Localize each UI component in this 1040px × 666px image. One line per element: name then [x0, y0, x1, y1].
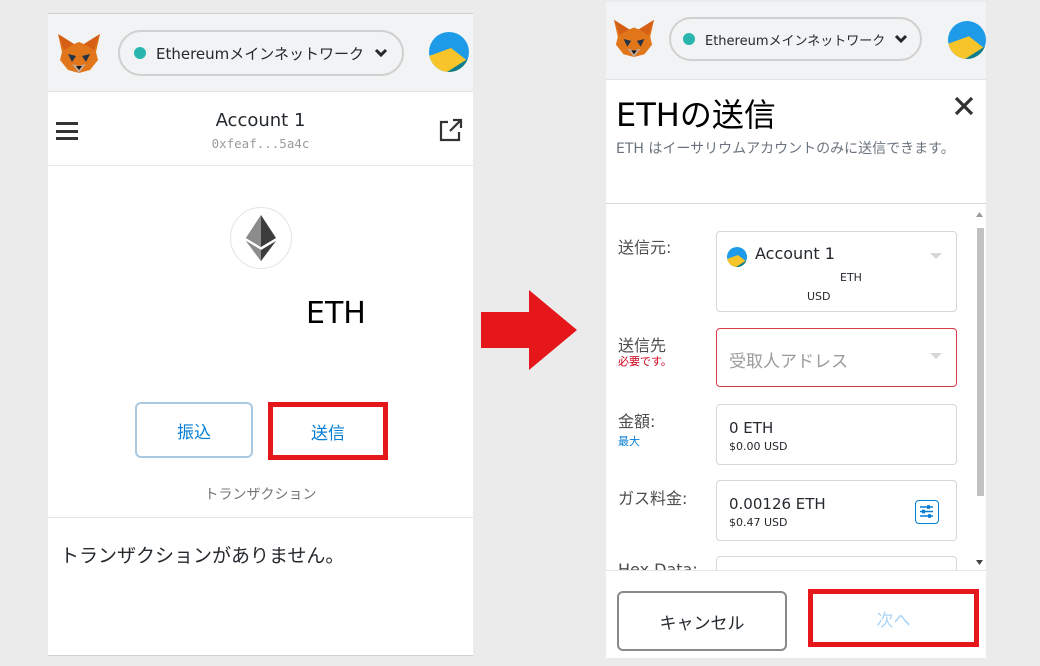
receive-button[interactable]: 振込	[135, 402, 253, 458]
no-transactions-message: トランザクションがありません。	[60, 545, 345, 567]
gas-fee-usd: $0.47 USD	[729, 516, 788, 529]
cancel-button[interactable]: キャンセル	[617, 591, 787, 651]
arrow-right-icon	[481, 290, 577, 370]
gas-settings-icon[interactable]	[915, 500, 939, 524]
network-name: Ethereumメインネットワーク	[156, 44, 364, 63]
next-button[interactable]: 次へ	[808, 589, 979, 647]
account-address[interactable]: 0xfeaf...5a4c	[48, 136, 473, 151]
network-selector[interactable]: Ethereumメインネットワーク	[669, 17, 922, 61]
amount-usd: $0.00 USD	[729, 440, 788, 453]
divider	[48, 517, 473, 518]
from-balance-eth: ETH	[840, 271, 862, 284]
network-name: Ethereumメインネットワーク	[705, 33, 886, 49]
wallet-home-panel: Ethereumメインネットワーク Account 1 0xfeaf...5a4…	[48, 13, 473, 656]
from-label: 送信元:	[618, 238, 672, 257]
gas-fee-field: 0.00126 ETH $0.47 USD	[716, 480, 957, 541]
account-avatar	[727, 247, 747, 267]
divider	[606, 203, 986, 204]
account-avatar[interactable]	[948, 21, 986, 59]
gas-fee-label: ガス料金:	[618, 489, 688, 508]
send-eth-panel: Ethereumメインネットワーク ETHの送信 ETH はイーサリウムアカウン…	[606, 2, 986, 658]
network-selector[interactable]: Ethereumメインネットワーク	[118, 30, 404, 76]
metamask-fox-icon[interactable]	[56, 32, 102, 74]
dropdown-arrow-icon	[930, 353, 942, 359]
page-subtitle: ETH はイーサリウムアカウントのみに送信できます。	[616, 141, 955, 157]
external-link-icon[interactable]	[436, 116, 464, 144]
amount-label: 金額:	[618, 412, 656, 431]
recipient-address-input[interactable]: 受取人アドレス	[716, 328, 957, 387]
dropdown-arrow-icon	[930, 253, 942, 259]
from-balance-usd: USD	[807, 290, 831, 303]
network-status-dot	[134, 47, 146, 59]
scrollbar-thumb[interactable]	[977, 228, 984, 496]
gas-fee-value: 0.00126 ETH	[729, 495, 826, 513]
transactions-tab[interactable]: トランザクション	[48, 484, 473, 504]
chevron-down-icon	[894, 34, 908, 44]
recipient-address-placeholder: 受取人アドレス	[729, 352, 848, 372]
max-amount-link[interactable]: 最大	[618, 433, 640, 449]
chevron-down-icon	[374, 48, 388, 58]
to-required-error: 必要です。	[618, 355, 672, 368]
send-button[interactable]: 送信	[268, 402, 388, 460]
amount-value: 0 ETH	[729, 419, 774, 437]
account-avatar[interactable]	[429, 32, 469, 72]
eth-token-icon	[230, 207, 292, 269]
close-icon[interactable]	[952, 94, 976, 118]
metamask-fox-icon[interactable]	[612, 18, 656, 58]
account-name[interactable]: Account 1	[48, 110, 473, 131]
page-title: ETHの送信	[616, 96, 776, 134]
from-account-dropdown[interactable]: Account 1 ETH USD	[716, 231, 957, 312]
from-account-name: Account 1	[755, 244, 835, 263]
balance-symbol: ETH	[306, 296, 366, 331]
amount-input[interactable]: 0 ETH $0.00 USD	[716, 404, 957, 465]
network-status-dot	[683, 33, 695, 45]
